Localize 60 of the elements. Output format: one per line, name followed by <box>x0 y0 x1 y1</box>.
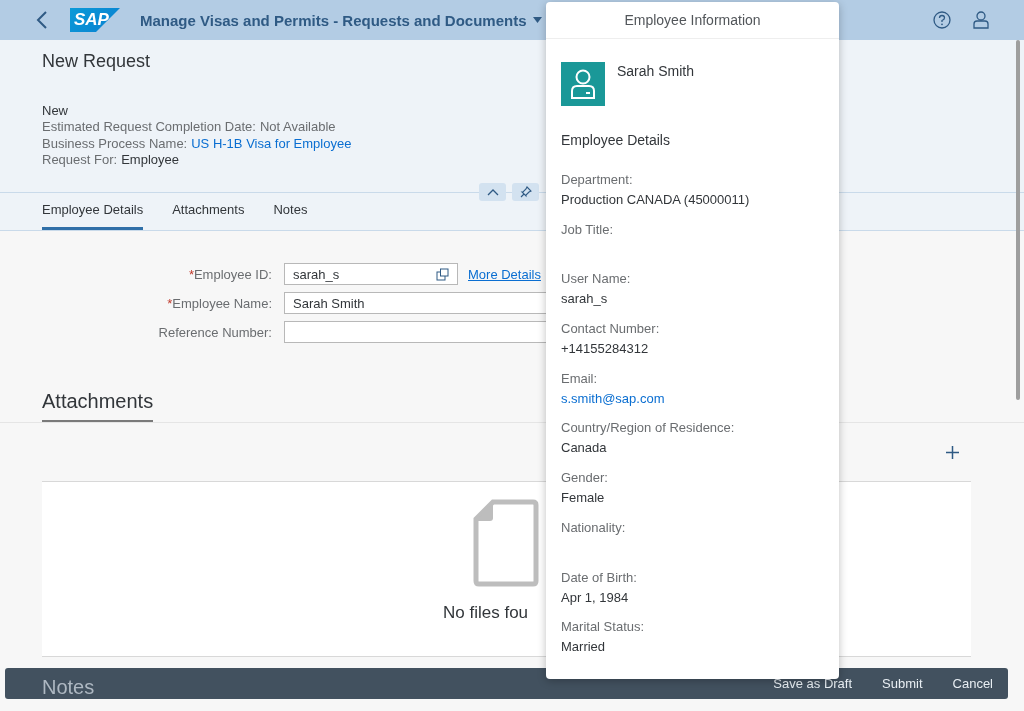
detail-label: Country/Region of Residence: <box>561 419 736 438</box>
detail-label: Contact Number: <box>561 320 661 339</box>
detail-label: Gender: <box>561 469 609 488</box>
detail-label: Job Title: <box>561 220 615 239</box>
detail-label: Marital Status: <box>561 618 646 637</box>
detail-label: Email: <box>561 369 599 388</box>
attribute-label: Request For: <box>42 152 118 167</box>
tab[interactable]: Attachments <box>172 193 245 230</box>
help-icon[interactable] <box>933 11 951 29</box>
email-link[interactable]: s.smith@sap.com <box>561 388 824 409</box>
section-title: Notes <box>42 676 95 699</box>
section-title: Employee Details <box>561 131 671 150</box>
detail-value: Production CANADA (45000011) <box>561 191 751 209</box>
caret-icon[interactable] <box>532 17 542 23</box>
chevron-up-icon <box>486 188 499 196</box>
detail-label: User Name: <box>561 270 632 289</box>
document-icon <box>473 499 539 587</box>
detail-label: Department: <box>561 171 634 189</box>
footer-button[interactable]: Save as Draft <box>762 672 864 695</box>
detail-value: Canada <box>561 439 608 458</box>
attribute-value: Employee <box>121 152 179 167</box>
logo[interactable]: SAP <box>70 8 120 32</box>
value-help-icon[interactable] <box>436 267 449 281</box>
tab[interactable]: Notes <box>273 193 308 230</box>
user-icon[interactable] <box>973 11 989 29</box>
attribute-value: Not Available <box>259 119 336 134</box>
footer-button[interactable]: Submit <box>871 672 934 695</box>
employee-name: Sarah Smith <box>617 63 695 79</box>
collapse-button[interactable] <box>479 183 506 201</box>
input-field[interactable]: sarah_s <box>284 263 458 285</box>
more-details-link[interactable]: More Details <box>468 266 541 282</box>
back-icon[interactable] <box>36 11 48 29</box>
app-title[interactable]: Manage Visas and Permits - Requests and Documents <box>140 11 527 29</box>
detail-value: sarah_s <box>561 290 609 309</box>
detail-label: Date of Birth: <box>561 568 638 587</box>
empty-message: No files fou <box>443 603 529 623</box>
field-label: Employee ID: <box>193 266 272 282</box>
avatar-icon <box>561 62 605 106</box>
tab[interactable]: Employee Details <box>42 193 144 230</box>
attribute-label: Business Process Name: <box>42 135 188 151</box>
section-title: Attachments <box>42 390 154 422</box>
detail-value: Married <box>561 638 607 657</box>
status-text: New <box>42 103 69 119</box>
detail-value: Apr 1, 1984 <box>561 588 630 607</box>
attribute-link[interactable]: US H-1B Visa for Employee <box>191 135 352 151</box>
detail-label: Nationality: <box>561 518 627 537</box>
pin-button[interactable] <box>512 183 539 201</box>
footer-button[interactable]: Cancel <box>941 672 1004 695</box>
field-label: Reference Number: <box>158 324 272 340</box>
popover-title: Employee Information <box>546 2 839 39</box>
attribute-label: Estimated Request Completion Date: <box>42 119 256 134</box>
field-label: Employee Name: <box>172 295 272 311</box>
detail-value: +14155284312 <box>561 340 650 359</box>
pin-icon <box>519 186 532 198</box>
required-mark: * <box>188 266 194 282</box>
detail-value: Female <box>561 489 606 508</box>
page-title: New Request <box>42 51 151 72</box>
required-mark: * <box>167 295 173 311</box>
scrollbar[interactable] <box>1016 40 1020 400</box>
add-icon[interactable] <box>946 445 959 459</box>
